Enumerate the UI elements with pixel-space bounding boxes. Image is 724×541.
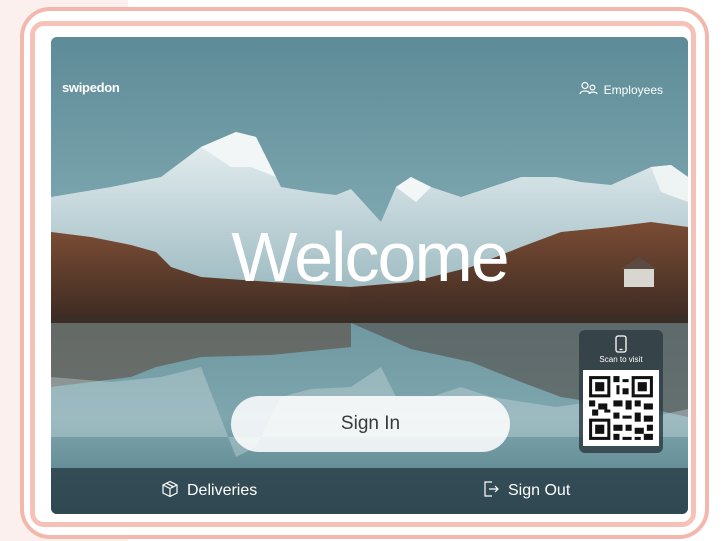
qr-code-icon xyxy=(583,370,659,446)
qr-label: Scan to visit xyxy=(599,355,643,364)
sign-in-button[interactable]: Sign In xyxy=(231,396,510,452)
welcome-heading: Welcome xyxy=(231,218,509,296)
swipedon-logo: swipedon xyxy=(62,80,120,95)
deliveries-label: Deliveries xyxy=(187,482,258,499)
employees-button[interactable]: Employees xyxy=(579,81,663,98)
employees-label: Employees xyxy=(603,82,663,97)
sign-out-label: Sign Out xyxy=(508,482,571,499)
sign-out-icon xyxy=(482,480,500,503)
qr-visit-card[interactable]: Scan to visit xyxy=(579,330,663,453)
package-icon xyxy=(161,480,179,503)
sign-in-label: Sign In xyxy=(340,413,401,434)
kiosk-screen: swipedon Employees Welcome Sign In Scan … xyxy=(51,37,688,514)
footer-bar: Deliveries Sign Out xyxy=(51,468,688,514)
users-icon xyxy=(579,81,599,98)
deliveries-button[interactable]: Deliveries xyxy=(161,468,257,514)
sign-out-button[interactable]: Sign Out xyxy=(482,468,570,514)
